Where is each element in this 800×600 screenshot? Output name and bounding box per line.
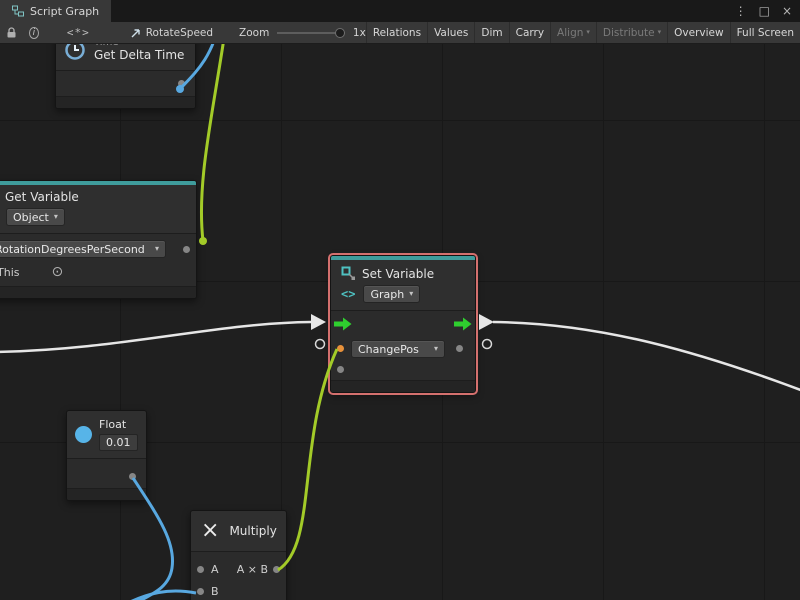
chevron-down-icon: ▾ [54, 213, 58, 221]
node-float[interactable]: Float 0.01 [66, 410, 147, 501]
relations-button[interactable]: Relations [366, 22, 427, 43]
value-output-port[interactable] [456, 345, 463, 352]
node-header: Set Variable <> Graph ▾ [331, 260, 475, 310]
fallback-port[interactable] [337, 366, 344, 373]
this-label: This [0, 266, 19, 279]
menu-icon[interactable]: ⋮ [735, 4, 747, 18]
multiply-icon: × [201, 520, 219, 542]
node-title: Float [99, 418, 138, 431]
tab-bar: Script Graph ⋮ □ × [0, 0, 800, 22]
node-title: Set Variable [362, 267, 434, 281]
chevron-down-icon: ▾ [155, 245, 159, 253]
target-icon[interactable]: ⊙ [51, 265, 63, 279]
zoom-slider[interactable] [277, 27, 345, 39]
window-controls: ⋮ □ × [735, 4, 800, 18]
output-port[interactable] [129, 473, 136, 480]
variable-icon [341, 266, 356, 281]
result-port[interactable] [273, 566, 280, 573]
chevron-down-icon: ▾ [586, 29, 590, 36]
float-icon [75, 426, 92, 443]
zoom-label: Zoom [239, 27, 269, 39]
close-icon[interactable]: × [782, 4, 792, 18]
node-set-variable[interactable]: Set Variable <> Graph ▾ ChangePos ▾ [330, 255, 476, 393]
node-ports [67, 458, 146, 488]
chevron-down-icon: ▾ [434, 345, 438, 353]
node-footer [0, 286, 196, 298]
input-b-label: B [211, 585, 219, 598]
node-title: Multiply [229, 524, 276, 538]
node-ports [56, 70, 195, 96]
graph-io-arrow-icon [130, 27, 142, 39]
node-header: Float 0.01 [67, 411, 146, 458]
distribute-button[interactable]: Distribute ▾ [596, 22, 667, 43]
maximize-icon[interactable]: □ [759, 4, 770, 18]
node-ports: RotationDegreesPerSecond ▾ This ⊙ [0, 233, 196, 286]
chevron-down-icon: ▾ [658, 29, 662, 36]
flow-input-arrow[interactable] [334, 317, 352, 334]
result-label: A × B [237, 563, 268, 576]
node-footer [331, 380, 475, 392]
script-graph-icon [12, 5, 24, 17]
float-value-field[interactable]: 0.01 [99, 434, 138, 451]
breadcrumb[interactable]: RotateSpeed [146, 27, 213, 39]
input-a-label: A [211, 563, 219, 576]
node-ports: ChangePos ▾ [331, 310, 475, 380]
node-header: Get Variable Object ▾ [0, 185, 196, 233]
input-a-port[interactable] [197, 566, 204, 573]
toolbar-buttons: Relations Values Dim Carry Align ▾ Distr… [366, 22, 800, 43]
variable-name-dropdown[interactable]: ChangePos ▾ [351, 340, 445, 358]
dim-button[interactable]: Dim [474, 22, 508, 43]
variable-kind-dropdown[interactable]: Object ▾ [6, 208, 65, 226]
graph-toolbar: i <*> RotateSpeed Zoom 1x Relations Valu… [0, 22, 800, 44]
node-footer [67, 488, 146, 500]
input-b-port[interactable] [197, 588, 204, 595]
output-port[interactable] [178, 80, 185, 87]
fullscreen-button[interactable]: Full Screen [730, 22, 800, 43]
carry-button[interactable]: Carry [509, 22, 550, 43]
values-button[interactable]: Values [427, 22, 474, 43]
tab-title: Script Graph [30, 5, 99, 18]
zoom-value: 1x [353, 27, 366, 39]
node-get-variable[interactable]: Get Variable Object ▾ RotationDegreesPer… [0, 180, 197, 299]
node-multiply[interactable]: × Multiply A A × B B [190, 510, 287, 600]
chevron-down-icon: ▾ [409, 290, 413, 298]
output-port[interactable] [183, 246, 190, 253]
value-input-port[interactable] [337, 345, 344, 352]
variable-name-dropdown[interactable]: RotationDegreesPerSecond ▾ [0, 240, 166, 258]
zoom-slider-handle[interactable] [335, 28, 345, 38]
node-footer [56, 96, 195, 108]
lock-icon[interactable] [6, 27, 17, 39]
flow-output-arrow[interactable] [454, 317, 472, 334]
node-header: × Multiply [191, 511, 286, 551]
node-ports: A A × B B [191, 551, 286, 600]
code-icon[interactable]: <*> [67, 26, 90, 39]
node-title: Get Variable [5, 190, 188, 204]
overview-button[interactable]: Overview [667, 22, 729, 43]
graph-kind-icon: <> [341, 287, 355, 301]
node-title: Get Delta Time [94, 48, 184, 62]
tab-script-graph[interactable]: Script Graph [0, 0, 111, 22]
variable-kind-dropdown[interactable]: Graph ▾ [363, 285, 420, 303]
align-button[interactable]: Align ▾ [550, 22, 596, 43]
info-icon[interactable]: i [29, 27, 39, 39]
unity-script-graph-window: Time Get Delta Time Get Variable Object … [0, 0, 800, 600]
